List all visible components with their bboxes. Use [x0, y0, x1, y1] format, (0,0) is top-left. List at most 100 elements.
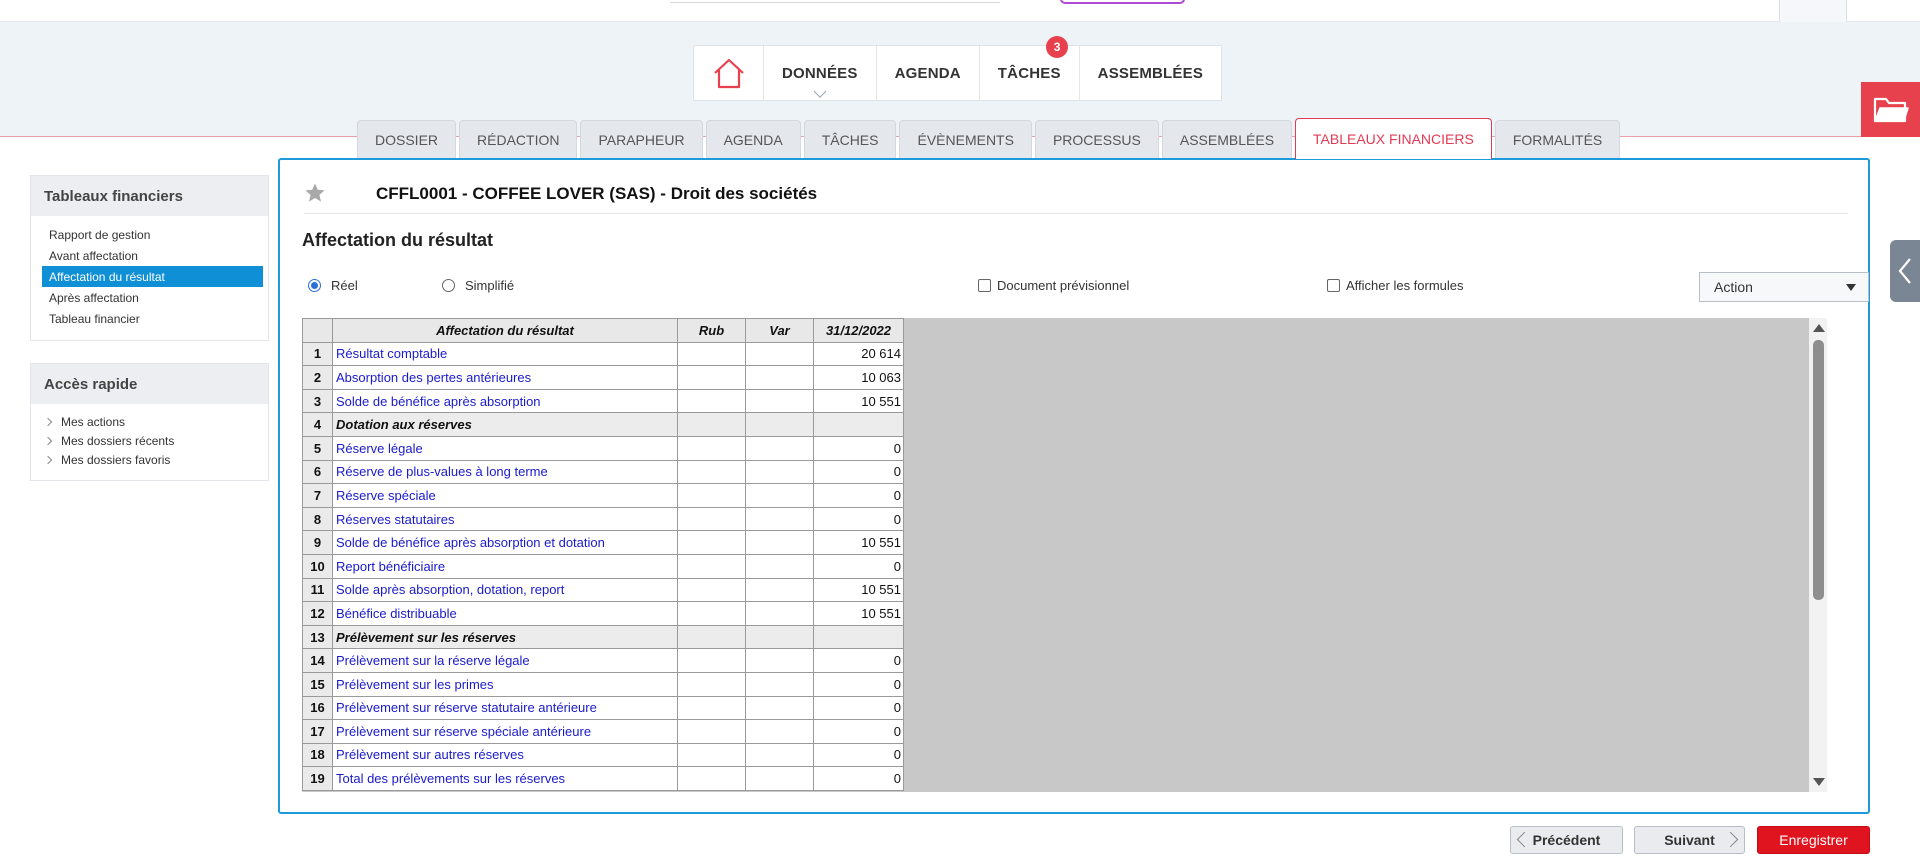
menu-apres-affectation[interactable]: Après affectation [42, 287, 263, 308]
value-cell[interactable]: 10 551 [813, 601, 904, 626]
row-label[interactable]: Réserve de plus-values à long terme [332, 459, 678, 485]
scroll-down-icon[interactable] [1813, 778, 1825, 786]
nav-agenda[interactable]: AGENDA [877, 46, 980, 100]
row-label[interactable]: Prélèvement sur autres réserves [332, 742, 678, 768]
checkbox-formules-control[interactable] [1327, 279, 1340, 292]
row-label[interactable]: Réserve spéciale [332, 483, 678, 508]
menu-tableau-financier[interactable]: Tableau financier [42, 308, 263, 329]
var-cell[interactable] [745, 648, 814, 673]
tab-assemblees[interactable]: ASSEMBLÉES [1161, 120, 1293, 159]
rub-cell[interactable] [677, 412, 746, 437]
var-cell[interactable] [745, 624, 814, 650]
value-cell[interactable]: 0 [813, 742, 904, 768]
rub-cell[interactable] [677, 553, 746, 579]
checkbox-previsionnel-control[interactable] [978, 279, 991, 292]
save-button[interactable]: Enregistrer [1757, 826, 1870, 854]
tab-parapheur[interactable]: PARAPHEUR [580, 120, 703, 159]
rub-cell[interactable] [677, 341, 746, 367]
value-cell[interactable]: 0 [813, 766, 904, 791]
row-label[interactable]: Solde de bénéfice après absorption [332, 388, 678, 414]
var-cell[interactable] [745, 365, 814, 390]
quick-mes-actions[interactable]: Mes actions [43, 412, 268, 431]
menu-avant-affectation[interactable]: Avant affectation [42, 245, 263, 266]
var-cell[interactable] [745, 459, 814, 485]
rub-cell[interactable] [677, 577, 746, 603]
value-cell[interactable]: 20 614 [813, 341, 904, 367]
var-cell[interactable] [745, 742, 814, 768]
tab-processus[interactable]: PROCESSUS [1034, 120, 1159, 159]
top-pill-button[interactable] [1060, 0, 1185, 4]
rub-cell[interactable] [677, 506, 746, 532]
value-cell[interactable] [813, 412, 904, 437]
value-cell[interactable]: 0 [813, 459, 904, 485]
value-cell[interactable]: 10 063 [813, 365, 904, 390]
tab-dossier[interactable]: DOSSIER [357, 120, 457, 159]
side-panel-toggle[interactable] [1890, 240, 1920, 302]
value-cell[interactable]: 10 551 [813, 388, 904, 414]
var-cell[interactable] [745, 483, 814, 508]
var-cell[interactable] [745, 530, 814, 555]
action-dropdown[interactable]: Action [1699, 272, 1869, 302]
row-label[interactable]: Prélèvement sur la réserve légale [332, 648, 678, 673]
value-cell[interactable]: 0 [813, 553, 904, 579]
var-cell[interactable] [745, 553, 814, 579]
rub-cell[interactable] [677, 671, 746, 697]
row-label[interactable]: Prélèvement sur les primes [332, 671, 678, 697]
var-cell[interactable] [745, 388, 814, 414]
value-cell[interactable]: 0 [813, 435, 904, 461]
row-label[interactable]: Total des prélèvements sur les réserves [332, 766, 678, 791]
rub-cell[interactable] [677, 766, 746, 791]
next-button[interactable]: Suivant [1634, 826, 1745, 854]
grid-scrollbar[interactable] [1809, 318, 1827, 792]
rub-cell[interactable] [677, 365, 746, 390]
radio-reel-control[interactable] [308, 279, 321, 292]
var-cell[interactable] [745, 341, 814, 367]
value-cell[interactable] [813, 624, 904, 650]
row-label[interactable]: Résultat comptable [332, 341, 678, 367]
value-cell[interactable]: 0 [813, 648, 904, 673]
quick-mes-dossiers-favoris[interactable]: Mes dossiers favoris [43, 450, 268, 469]
folder-button[interactable] [1861, 82, 1920, 137]
row-label[interactable]: Réserve légale [332, 435, 678, 461]
checkbox-afficher-formules[interactable]: Afficher les formules [1327, 278, 1464, 293]
row-label[interactable]: Solde après absorption, dotation, report [332, 577, 678, 603]
tab-redaction[interactable]: RÉDACTION [459, 120, 578, 159]
row-label[interactable]: Bénéfice distribuable [332, 601, 678, 626]
tab-agenda[interactable]: AGENDA [705, 120, 801, 159]
radio-simplifie-control[interactable] [442, 279, 455, 292]
nav-donnees[interactable]: DONNÉES [764, 46, 877, 100]
previous-button[interactable]: Précédent [1510, 826, 1623, 854]
rub-cell[interactable] [677, 695, 746, 721]
value-cell[interactable]: 0 [813, 719, 904, 744]
rub-cell[interactable] [677, 719, 746, 744]
radio-simplifie[interactable]: Simplifié [442, 278, 514, 293]
checkbox-document-previsionnel[interactable]: Document prévisionnel [978, 278, 1129, 293]
home-button[interactable] [694, 46, 764, 100]
var-cell[interactable] [745, 719, 814, 744]
rub-cell[interactable] [677, 435, 746, 461]
value-cell[interactable]: 0 [813, 671, 904, 697]
rub-cell[interactable] [677, 742, 746, 768]
row-label[interactable]: Réserves statutaires [332, 506, 678, 532]
var-cell[interactable] [745, 671, 814, 697]
row-label[interactable]: Absorption des pertes antérieures [332, 365, 678, 390]
menu-affectation-du-resultat[interactable]: Affectation du résultat [42, 266, 263, 287]
row-label[interactable]: Solde de bénéfice après absorption et do… [332, 530, 678, 555]
menu-rapport-de-gestion[interactable]: Rapport de gestion [42, 224, 263, 245]
value-cell[interactable]: 0 [813, 483, 904, 508]
var-cell[interactable] [745, 435, 814, 461]
rub-cell[interactable] [677, 601, 746, 626]
scroll-up-icon[interactable] [1813, 324, 1825, 332]
var-cell[interactable] [745, 412, 814, 437]
var-cell[interactable] [745, 577, 814, 603]
value-cell[interactable]: 10 551 [813, 530, 904, 555]
nav-assemblees[interactable]: ASSEMBLÉES [1080, 46, 1221, 100]
rub-cell[interactable] [677, 459, 746, 485]
rub-cell[interactable] [677, 483, 746, 508]
tab-formalites[interactable]: FORMALITÉS [1494, 120, 1621, 159]
value-cell[interactable]: 0 [813, 695, 904, 721]
tab-taches[interactable]: TÂCHES [803, 120, 897, 159]
var-cell[interactable] [745, 601, 814, 626]
scroll-thumb[interactable] [1813, 340, 1824, 600]
nav-taches[interactable]: 3 TÂCHES [980, 36, 1080, 100]
